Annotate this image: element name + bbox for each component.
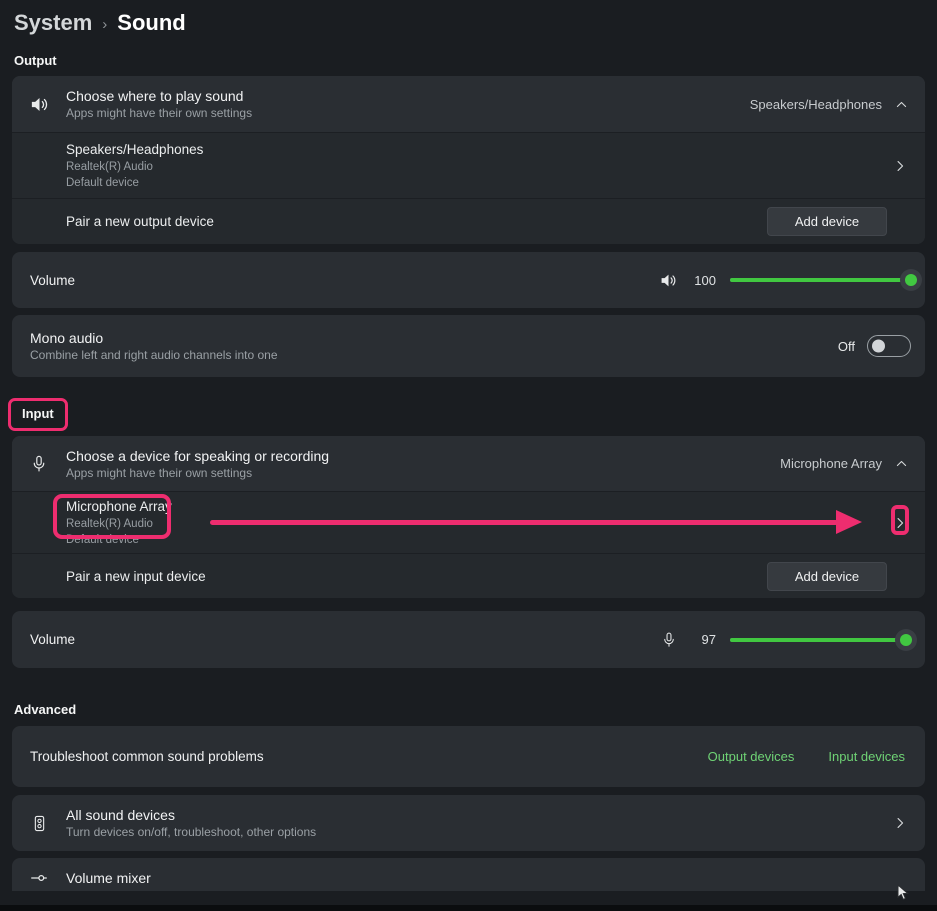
- breadcrumb: System › Sound: [12, 6, 925, 36]
- page-title: Sound: [117, 10, 185, 36]
- chevron-right-icon[interactable]: [893, 516, 907, 530]
- section-label-input: Input: [22, 406, 54, 421]
- output-device-name: Speakers/Headphones: [66, 142, 203, 157]
- mono-audio-title: Mono audio: [30, 330, 278, 346]
- input-pair-row: Pair a new input device Add device: [12, 554, 925, 598]
- input-pair-label: Pair a new input device: [66, 569, 206, 584]
- toggle-knob: [872, 340, 885, 353]
- speaker-icon: [659, 271, 678, 290]
- mono-audio-toggle[interactable]: [867, 335, 911, 357]
- output-device-driver: Realtek(R) Audio: [66, 161, 203, 173]
- troubleshoot-title: Troubleshoot common sound problems: [30, 749, 264, 764]
- output-chooser-row[interactable]: Choose where to play sound Apps might ha…: [12, 76, 925, 132]
- output-volume-card: Volume 100: [12, 252, 925, 308]
- add-input-device-button[interactable]: Add device: [767, 562, 887, 591]
- input-device-expander: Choose a device for speaking or recordin…: [12, 436, 925, 598]
- input-chooser-subtitle: Apps might have their own settings: [66, 466, 329, 480]
- output-chooser-title: Choose where to play sound: [66, 88, 252, 104]
- output-device-status: Default device: [66, 177, 203, 189]
- input-selected-device: Microphone Array: [780, 456, 882, 471]
- input-chooser-titles: Choose a device for speaking or recordin…: [66, 448, 329, 480]
- chevron-right-icon[interactable]: [893, 159, 907, 173]
- volume-mixer-title: Volume mixer: [66, 870, 151, 886]
- output-volume-slider[interactable]: [730, 278, 911, 282]
- input-chooser-title: Choose a device for speaking or recordin…: [66, 448, 329, 464]
- chevron-right-icon[interactable]: [893, 816, 907, 830]
- mouse-cursor: [897, 884, 910, 906]
- annotation-arrow-head: [836, 510, 862, 534]
- troubleshoot-input-devices-link[interactable]: Input devices: [828, 749, 905, 764]
- output-pair-label: Pair a new output device: [66, 214, 214, 229]
- slider-thumb[interactable]: [895, 629, 917, 651]
- add-output-device-button[interactable]: Add device: [767, 207, 887, 236]
- output-selected-device: Speakers/Headphones: [750, 97, 882, 112]
- breadcrumb-system[interactable]: System: [14, 10, 92, 36]
- bottom-edge-strip: [0, 905, 937, 911]
- output-chooser-subtitle: Apps might have their own settings: [66, 106, 252, 120]
- chevron-up-icon[interactable]: [894, 97, 909, 112]
- chevron-up-icon[interactable]: [894, 456, 909, 471]
- input-device-row[interactable]: Microphone Array Realtek(R) Audio Defaul…: [12, 492, 925, 553]
- sound-devices-icon: [12, 814, 66, 833]
- sound-settings-page: System › Sound Output Choose where to pl…: [0, 0, 937, 891]
- input-volume-label: Volume: [30, 632, 75, 647]
- microphone-icon: [660, 631, 678, 649]
- section-label-advanced: Advanced: [14, 702, 925, 717]
- input-device-driver: Realtek(R) Audio: [66, 518, 172, 530]
- mono-audio-subtitle: Combine left and right audio channels in…: [30, 348, 278, 362]
- input-device-status: Default device: [66, 534, 172, 546]
- volume-mixer-icon: [12, 868, 66, 888]
- mono-toggle-state: Off: [838, 339, 855, 354]
- all-sound-devices-row[interactable]: All sound devices Turn devices on/off, t…: [12, 795, 925, 851]
- output-volume-label: Volume: [30, 273, 75, 288]
- slider-thumb[interactable]: [900, 269, 922, 291]
- input-volume-slider[interactable]: [730, 638, 911, 642]
- speaker-icon: [12, 94, 66, 115]
- troubleshoot-card: Troubleshoot common sound problems Outpu…: [12, 726, 925, 787]
- input-volume-card: Volume 97: [12, 611, 925, 668]
- input-device-name: Microphone Array: [66, 499, 172, 514]
- troubleshoot-output-devices-link[interactable]: Output devices: [708, 749, 795, 764]
- mono-audio-card: Mono audio Combine left and right audio …: [12, 315, 925, 377]
- output-device-expander: Choose where to play sound Apps might ha…: [12, 76, 925, 244]
- all-sound-devices-title: All sound devices: [66, 807, 316, 823]
- output-device-row[interactable]: Speakers/Headphones Realtek(R) Audio Def…: [12, 133, 925, 198]
- all-sound-devices-subtitle: Turn devices on/off, troubleshoot, other…: [66, 825, 316, 839]
- annotation-arrow-line: [210, 520, 838, 525]
- section-label-output: Output: [14, 53, 925, 68]
- volume-mixer-row[interactable]: Volume mixer: [12, 858, 925, 891]
- input-chooser-row[interactable]: Choose a device for speaking or recordin…: [12, 436, 925, 491]
- input-label-annotation-box: Input: [8, 398, 68, 431]
- output-pair-row: Pair a new output device Add device: [12, 199, 925, 244]
- breadcrumb-separator-icon: ›: [102, 16, 107, 33]
- output-volume-value: 100: [692, 273, 716, 288]
- input-volume-value: 97: [692, 632, 716, 647]
- microphone-icon: [12, 454, 66, 474]
- output-chooser-titles: Choose where to play sound Apps might ha…: [66, 88, 252, 120]
